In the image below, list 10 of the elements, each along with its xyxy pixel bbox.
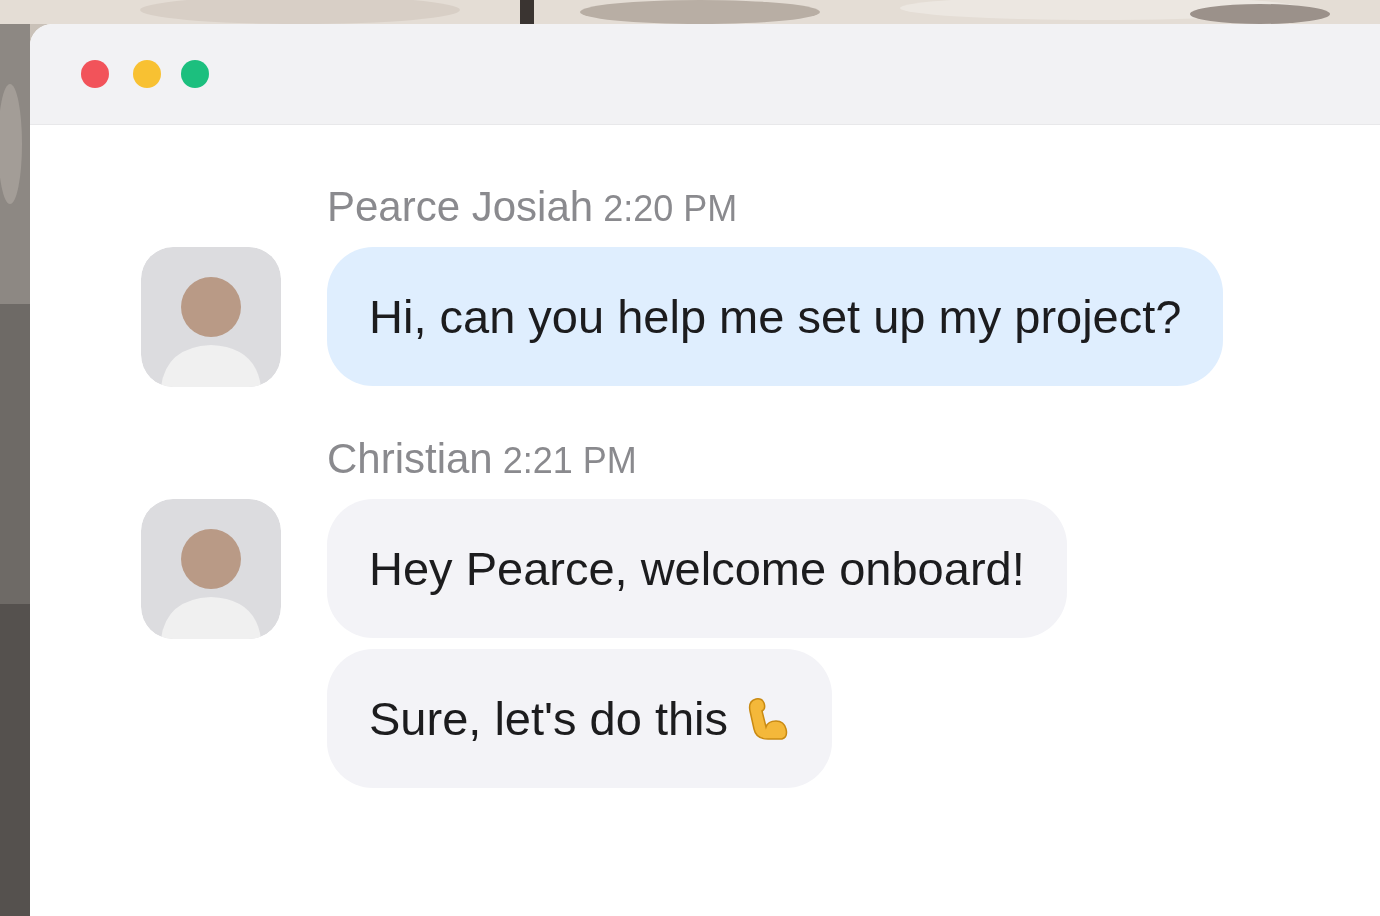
message-time: 2:20 PM <box>603 188 738 230</box>
message-text: Sure, let's do this <box>369 691 729 746</box>
zoom-button[interactable] <box>181 60 209 88</box>
close-button[interactable] <box>81 60 109 88</box>
minimize-button[interactable] <box>133 60 161 88</box>
sender-name: Pearce Josiah <box>327 183 594 231</box>
sender-name: Christian <box>327 435 493 483</box>
message-bubble: Hi, can you help me set up my project? <box>327 247 1224 386</box>
message-bubble: Hey Pearce, welcome onboard! <box>327 499 1067 638</box>
message-time: 2:21 PM <box>502 440 637 482</box>
